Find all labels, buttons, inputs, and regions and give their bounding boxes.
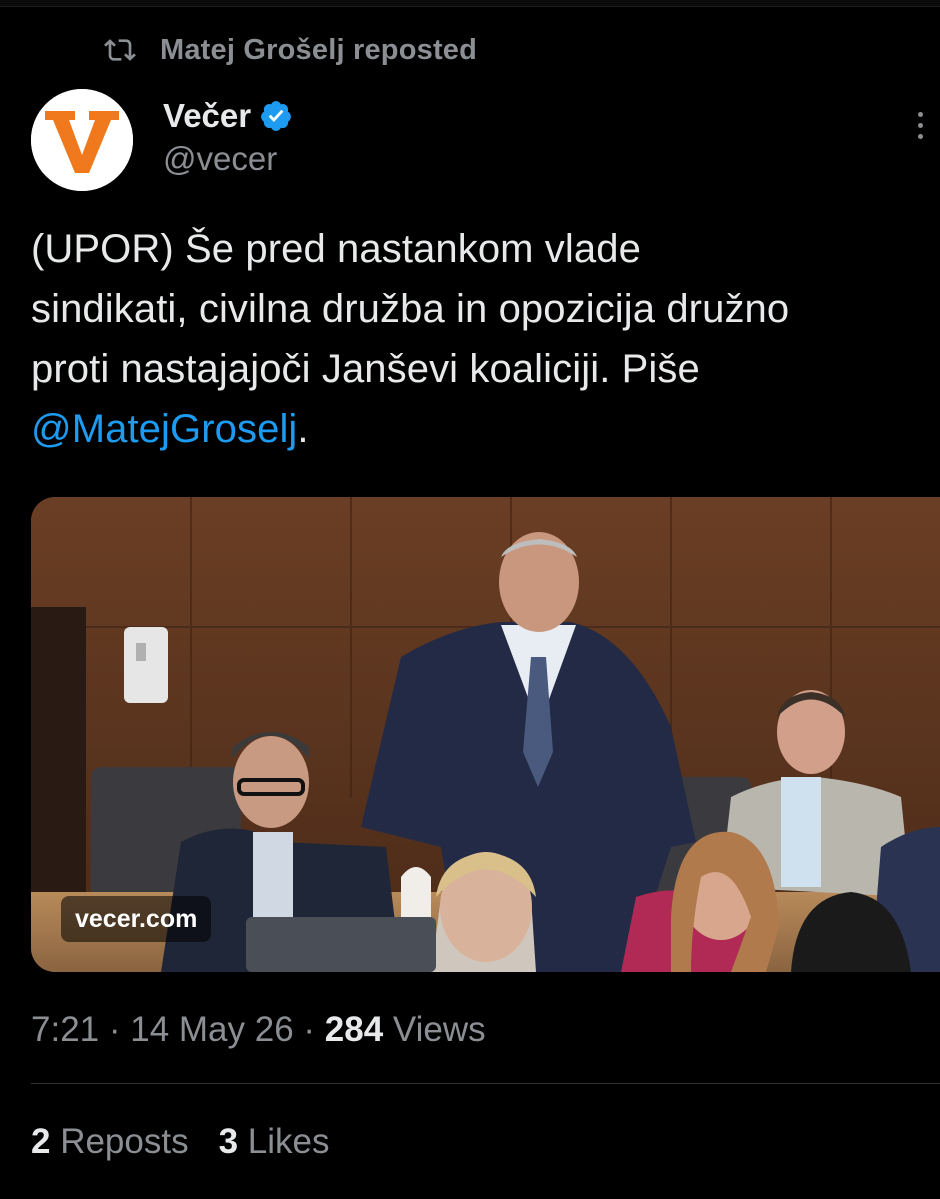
author-name[interactable]: Večer — [163, 97, 251, 135]
verified-badge-icon — [261, 101, 291, 131]
reposts-label: Reposts — [50, 1122, 189, 1161]
reposts-count: 2 — [31, 1122, 51, 1161]
meta-separator: · — [99, 1010, 131, 1049]
reposts-stat[interactable]: 2 Reposts — [31, 1122, 189, 1161]
likes-label: Likes — [238, 1122, 330, 1161]
meta-separator: · — [293, 1010, 325, 1049]
more-vertical-icon[interactable] — [908, 112, 932, 152]
repost-icon — [104, 39, 136, 61]
mention-suffix: . — [297, 407, 309, 451]
tweet-text: (UPOR) Še pred nastankom vlade sindikati… — [31, 219, 936, 459]
tweet-date[interactable]: 14 May 26 — [130, 1010, 293, 1049]
tweet-time[interactable]: 7:21 — [31, 1010, 99, 1049]
views-count: 284 — [324, 1010, 384, 1049]
tweet-line: proti nastajajoči Janševi koaliciji. Piš… — [31, 347, 700, 391]
mention-link[interactable]: @MatejGroselj — [31, 407, 297, 451]
likes-stat[interactable]: 3 Likes — [219, 1122, 330, 1161]
tweet-meta: 7:21 · 14 May 26 · 284 Views — [31, 1010, 486, 1050]
top-edge — [0, 0, 940, 7]
tweet-stats: 2 Reposts 3 Likes — [31, 1122, 360, 1162]
tweet-line: (UPOR) Še pred nastankom vlade — [31, 227, 641, 271]
author-name-row[interactable]: Večer — [163, 94, 293, 138]
repost-label: Matej Grošelj reposted — [160, 33, 478, 66]
author-handle[interactable]: @vecer — [163, 140, 277, 178]
tweet-line-last: @MatejGroselj. — [31, 399, 936, 459]
author-avatar[interactable] — [31, 89, 133, 191]
likes-count: 3 — [218, 1122, 239, 1161]
divider — [31, 1083, 940, 1084]
link-domain-badge[interactable]: vecer.com — [61, 896, 212, 942]
tweet-line: sindikati, civilna družba in opozicija d… — [31, 287, 790, 331]
repost-context[interactable]: Matej Grošelj reposted — [104, 30, 477, 70]
views-label: Views — [383, 1010, 486, 1049]
